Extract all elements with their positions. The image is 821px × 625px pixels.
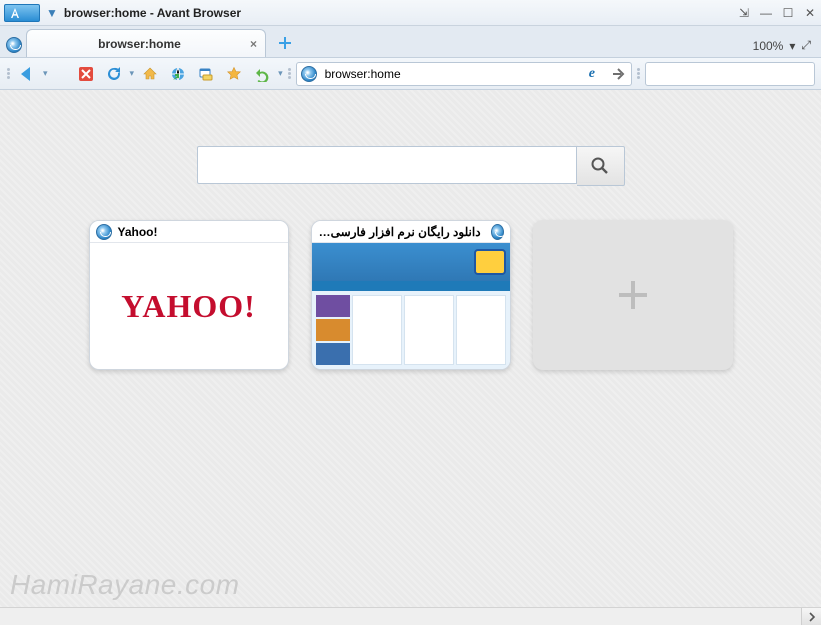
tab-active[interactable]: browser:home × (26, 29, 266, 57)
watermark: HamiRayane.com (10, 569, 240, 601)
popup-blocker-button[interactable] (194, 62, 218, 86)
plus-icon (613, 275, 653, 315)
window-title: browser:home - Avant Browser (64, 6, 241, 20)
horizontal-scrollbar[interactable] (0, 607, 821, 625)
tab-bar-favicon[interactable] (4, 33, 24, 57)
tile-yahoo[interactable]: Yahoo! YAHOO! (89, 220, 289, 370)
app-dropdown-icon[interactable]: ▼ (46, 6, 58, 20)
tile-title: دانلود رایگان نرم افزار فارسی - خرید پ..… (318, 225, 481, 239)
home-search-button[interactable] (577, 146, 625, 186)
favorites-button[interactable] (222, 62, 246, 86)
magnifier-icon (590, 156, 610, 176)
tile-add[interactable] (533, 220, 733, 370)
yahoo-logo: YAHOO! (121, 288, 256, 325)
globe-icon (96, 224, 112, 240)
tile-title: Yahoo! (118, 225, 158, 239)
reload-dropdown-icon[interactable]: ▾ (130, 68, 135, 79)
zoom-level[interactable]: 100% (753, 39, 784, 53)
page-content: Yahoo! YAHOO! دانلود رایگان نرم افزار فا… (0, 90, 821, 607)
home-button[interactable] (138, 62, 162, 86)
new-tab-button[interactable] (272, 32, 298, 54)
tab-label: browser:home (35, 37, 244, 51)
scroll-right-button[interactable] (801, 608, 821, 625)
close-button[interactable]: ✕ (803, 6, 817, 20)
title-bar: ▼ browser:home - Avant Browser ⇲ — ☐ ✕ (0, 0, 821, 26)
undo-dropdown-icon[interactable]: ▾ (278, 68, 283, 79)
fullscreen-icon[interactable]: ⤢ (801, 38, 811, 53)
tile-thumbnail (312, 243, 510, 369)
globe-icon (6, 37, 22, 53)
engine-ie-icon[interactable]: e (589, 66, 595, 82)
chevron-right-icon (807, 612, 817, 622)
address-favicon-icon (301, 66, 317, 82)
home-search-input[interactable] (197, 146, 577, 184)
back-dropdown-icon[interactable]: ▾ (43, 68, 48, 79)
detach-button[interactable]: ⇲ (737, 6, 751, 20)
stop-button[interactable] (74, 62, 98, 86)
address-bar[interactable]: e (296, 62, 632, 86)
thumb-badge-icon (474, 249, 506, 275)
tab-close-icon[interactable]: × (250, 37, 257, 51)
maximize-button[interactable]: ☐ (781, 6, 795, 20)
go-icon[interactable] (611, 66, 627, 82)
search-input[interactable] (654, 66, 813, 82)
zoom-dropdown-icon[interactable]: ▾ (789, 39, 795, 53)
home-globe-button[interactable] (166, 62, 190, 86)
search-box[interactable]: ▾ (645, 62, 815, 86)
scrollbar-track[interactable] (0, 608, 801, 625)
app-icon (4, 4, 40, 22)
minimize-button[interactable]: — (759, 6, 773, 20)
undo-close-button[interactable] (250, 62, 274, 86)
reload-button[interactable] (102, 62, 126, 86)
back-button[interactable] (15, 62, 39, 86)
grip-icon-3[interactable] (636, 68, 641, 79)
speed-dial-tiles: Yahoo! YAHOO! دانلود رایگان نرم افزار فا… (89, 220, 733, 370)
globe-icon (491, 224, 504, 240)
tab-strip: browser:home × 100% ▾ ⤢ (0, 26, 821, 58)
tile-header: Yahoo! (90, 221, 288, 243)
grip-icon-2[interactable] (287, 68, 292, 79)
grip-icon[interactable] (6, 68, 11, 79)
home-search (197, 146, 625, 186)
tile-header: دانلود رایگان نرم افزار فارسی - خرید پ..… (312, 221, 510, 243)
toolbar: ▾ ▾ ▾ e ▾ (0, 58, 821, 90)
tile-hamirayane[interactable]: دانلود رایگان نرم افزار فارسی - خرید پ..… (311, 220, 511, 370)
address-input[interactable] (323, 66, 583, 82)
